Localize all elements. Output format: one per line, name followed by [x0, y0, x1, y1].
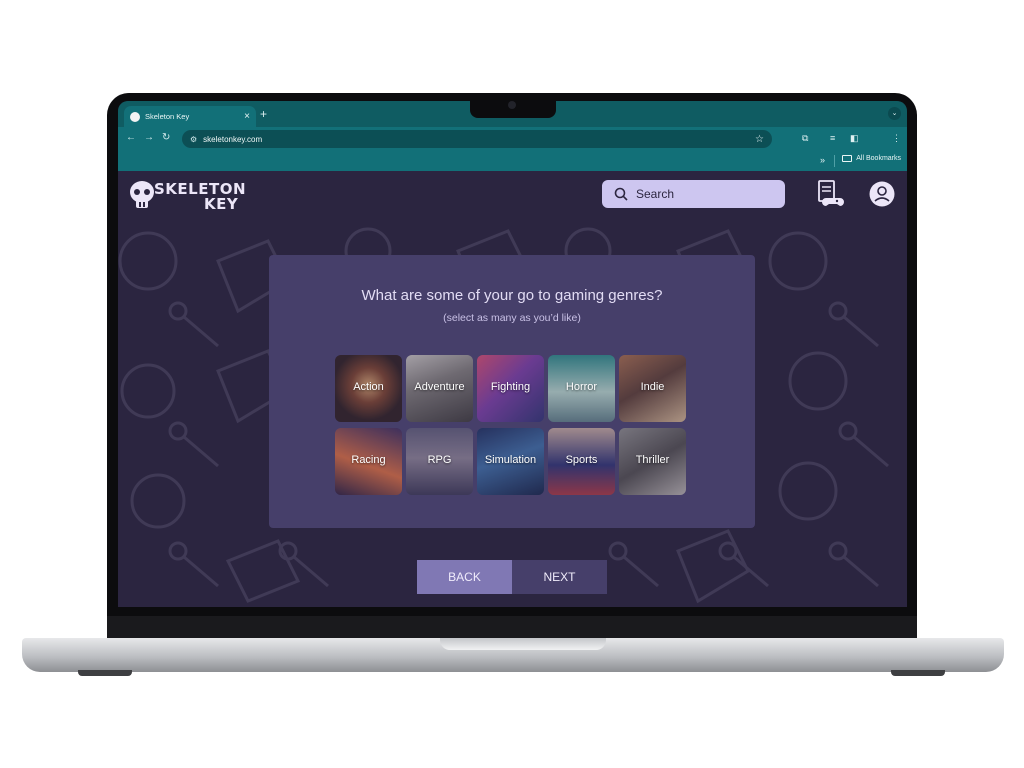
- folder-icon: [842, 155, 853, 162]
- reload-icon[interactable]: ↻: [162, 131, 170, 145]
- search-icon: [614, 187, 628, 201]
- genre-question: What are some of your go to gaming genre…: [361, 287, 663, 304]
- address-bar[interactable]: ⚙ skeletonkey.com ☆: [182, 130, 772, 148]
- bookmarks-overflow-icon[interactable]: »: [820, 155, 825, 165]
- back-arrow-icon[interactable]: ←: [126, 131, 136, 145]
- extensions-icon[interactable]: ⧉: [802, 132, 808, 144]
- logo-text-line2: KEY: [204, 195, 239, 213]
- skeleton-key-logo[interactable]: SKELETON KEY: [128, 178, 246, 214]
- genre-label: Thriller: [635, 454, 670, 466]
- tab-title: Skeleton Key: [145, 112, 190, 121]
- genre-hint: (select as many as you’d like): [443, 312, 581, 324]
- next-button[interactable]: NEXT: [512, 560, 607, 594]
- tab-search-dropdown-icon[interactable]: ⌄: [888, 107, 901, 120]
- genre-tile-fighting[interactable]: Fighting: [477, 355, 544, 422]
- genre-tile-adventure[interactable]: Adventure: [406, 355, 473, 422]
- laptop-screen: Skeleton Key × + ⌄ ← → ↻ ⚙ skeletonkey.c…: [118, 101, 907, 607]
- site-info-icon[interactable]: ⚙: [190, 135, 197, 144]
- wizard-navigation: BACK NEXT: [417, 560, 607, 594]
- camera-notch: [470, 93, 556, 118]
- site-header: SKELETON KEY Search: [118, 171, 907, 219]
- url-text: skeletonkey.com: [203, 134, 263, 144]
- skull-favicon-icon: [130, 111, 140, 122]
- genre-tile-simulation[interactable]: Simulation: [477, 428, 544, 495]
- menu-kebab-icon[interactable]: ⋮: [892, 132, 901, 144]
- genre-tile-action[interactable]: Action: [335, 355, 402, 422]
- reading-list-icon[interactable]: ≡: [830, 132, 835, 144]
- laptop-base-notch: [440, 638, 606, 650]
- genre-grid: Action Adventure Fighting Horror Indie Racing…: [335, 355, 688, 495]
- account-icon[interactable]: [868, 180, 896, 208]
- genre-label: Horror: [565, 381, 598, 393]
- genre-tile-indie[interactable]: Indie: [619, 355, 686, 422]
- browser-toolbar: ← → ↻ ⚙ skeletonkey.com ☆ ⧉ ≡ ◧ ⋮: [118, 127, 907, 151]
- camera-icon: [508, 101, 516, 109]
- search-placeholder: Search: [636, 187, 675, 201]
- laptop-base: [22, 638, 1004, 672]
- gamepad-document-icon[interactable]: [816, 179, 844, 209]
- genre-label: Simulation: [484, 454, 537, 466]
- genre-tile-thriller[interactable]: Thriller: [619, 428, 686, 495]
- bookmark-star-icon[interactable]: ☆: [755, 134, 764, 145]
- laptop-hinge: [107, 616, 917, 640]
- genre-label: Indie: [640, 381, 665, 393]
- skull-logo-icon: [130, 181, 154, 208]
- genre-selection-card: What are some of your go to gaming genre…: [269, 255, 755, 528]
- genre-tile-rpg[interactable]: RPG: [406, 428, 473, 495]
- genre-label: RPG: [427, 454, 452, 466]
- search-bar[interactable]: Search: [602, 180, 785, 208]
- new-tab-button[interactable]: +: [260, 107, 267, 121]
- site-page: SKELETON KEY Search What are some of you…: [118, 171, 907, 607]
- genre-tile-horror[interactable]: Horror: [548, 355, 615, 422]
- bookmarks-divider: [834, 155, 835, 167]
- side-panel-icon[interactable]: ◧: [850, 132, 859, 144]
- laptop-foot-left: [78, 670, 132, 676]
- genre-label: Sports: [565, 454, 598, 466]
- close-tab-icon[interactable]: ×: [244, 111, 250, 122]
- genre-label: Racing: [351, 454, 386, 466]
- forward-arrow-icon[interactable]: →: [144, 131, 154, 145]
- genre-label: Adventure: [414, 381, 465, 393]
- all-bookmarks-label: All Bookmarks: [856, 155, 901, 162]
- genre-tile-sports[interactable]: Sports: [548, 428, 615, 495]
- bookmarks-bar: » All Bookmarks: [118, 151, 907, 171]
- genre-label: Fighting: [490, 381, 531, 393]
- browser-tab[interactable]: Skeleton Key ×: [124, 106, 256, 127]
- all-bookmarks-button[interactable]: All Bookmarks: [842, 155, 901, 162]
- genre-tile-racing[interactable]: Racing: [335, 428, 402, 495]
- genre-label: Action: [353, 381, 384, 393]
- laptop-foot-right: [891, 670, 945, 676]
- back-button[interactable]: BACK: [417, 560, 512, 594]
